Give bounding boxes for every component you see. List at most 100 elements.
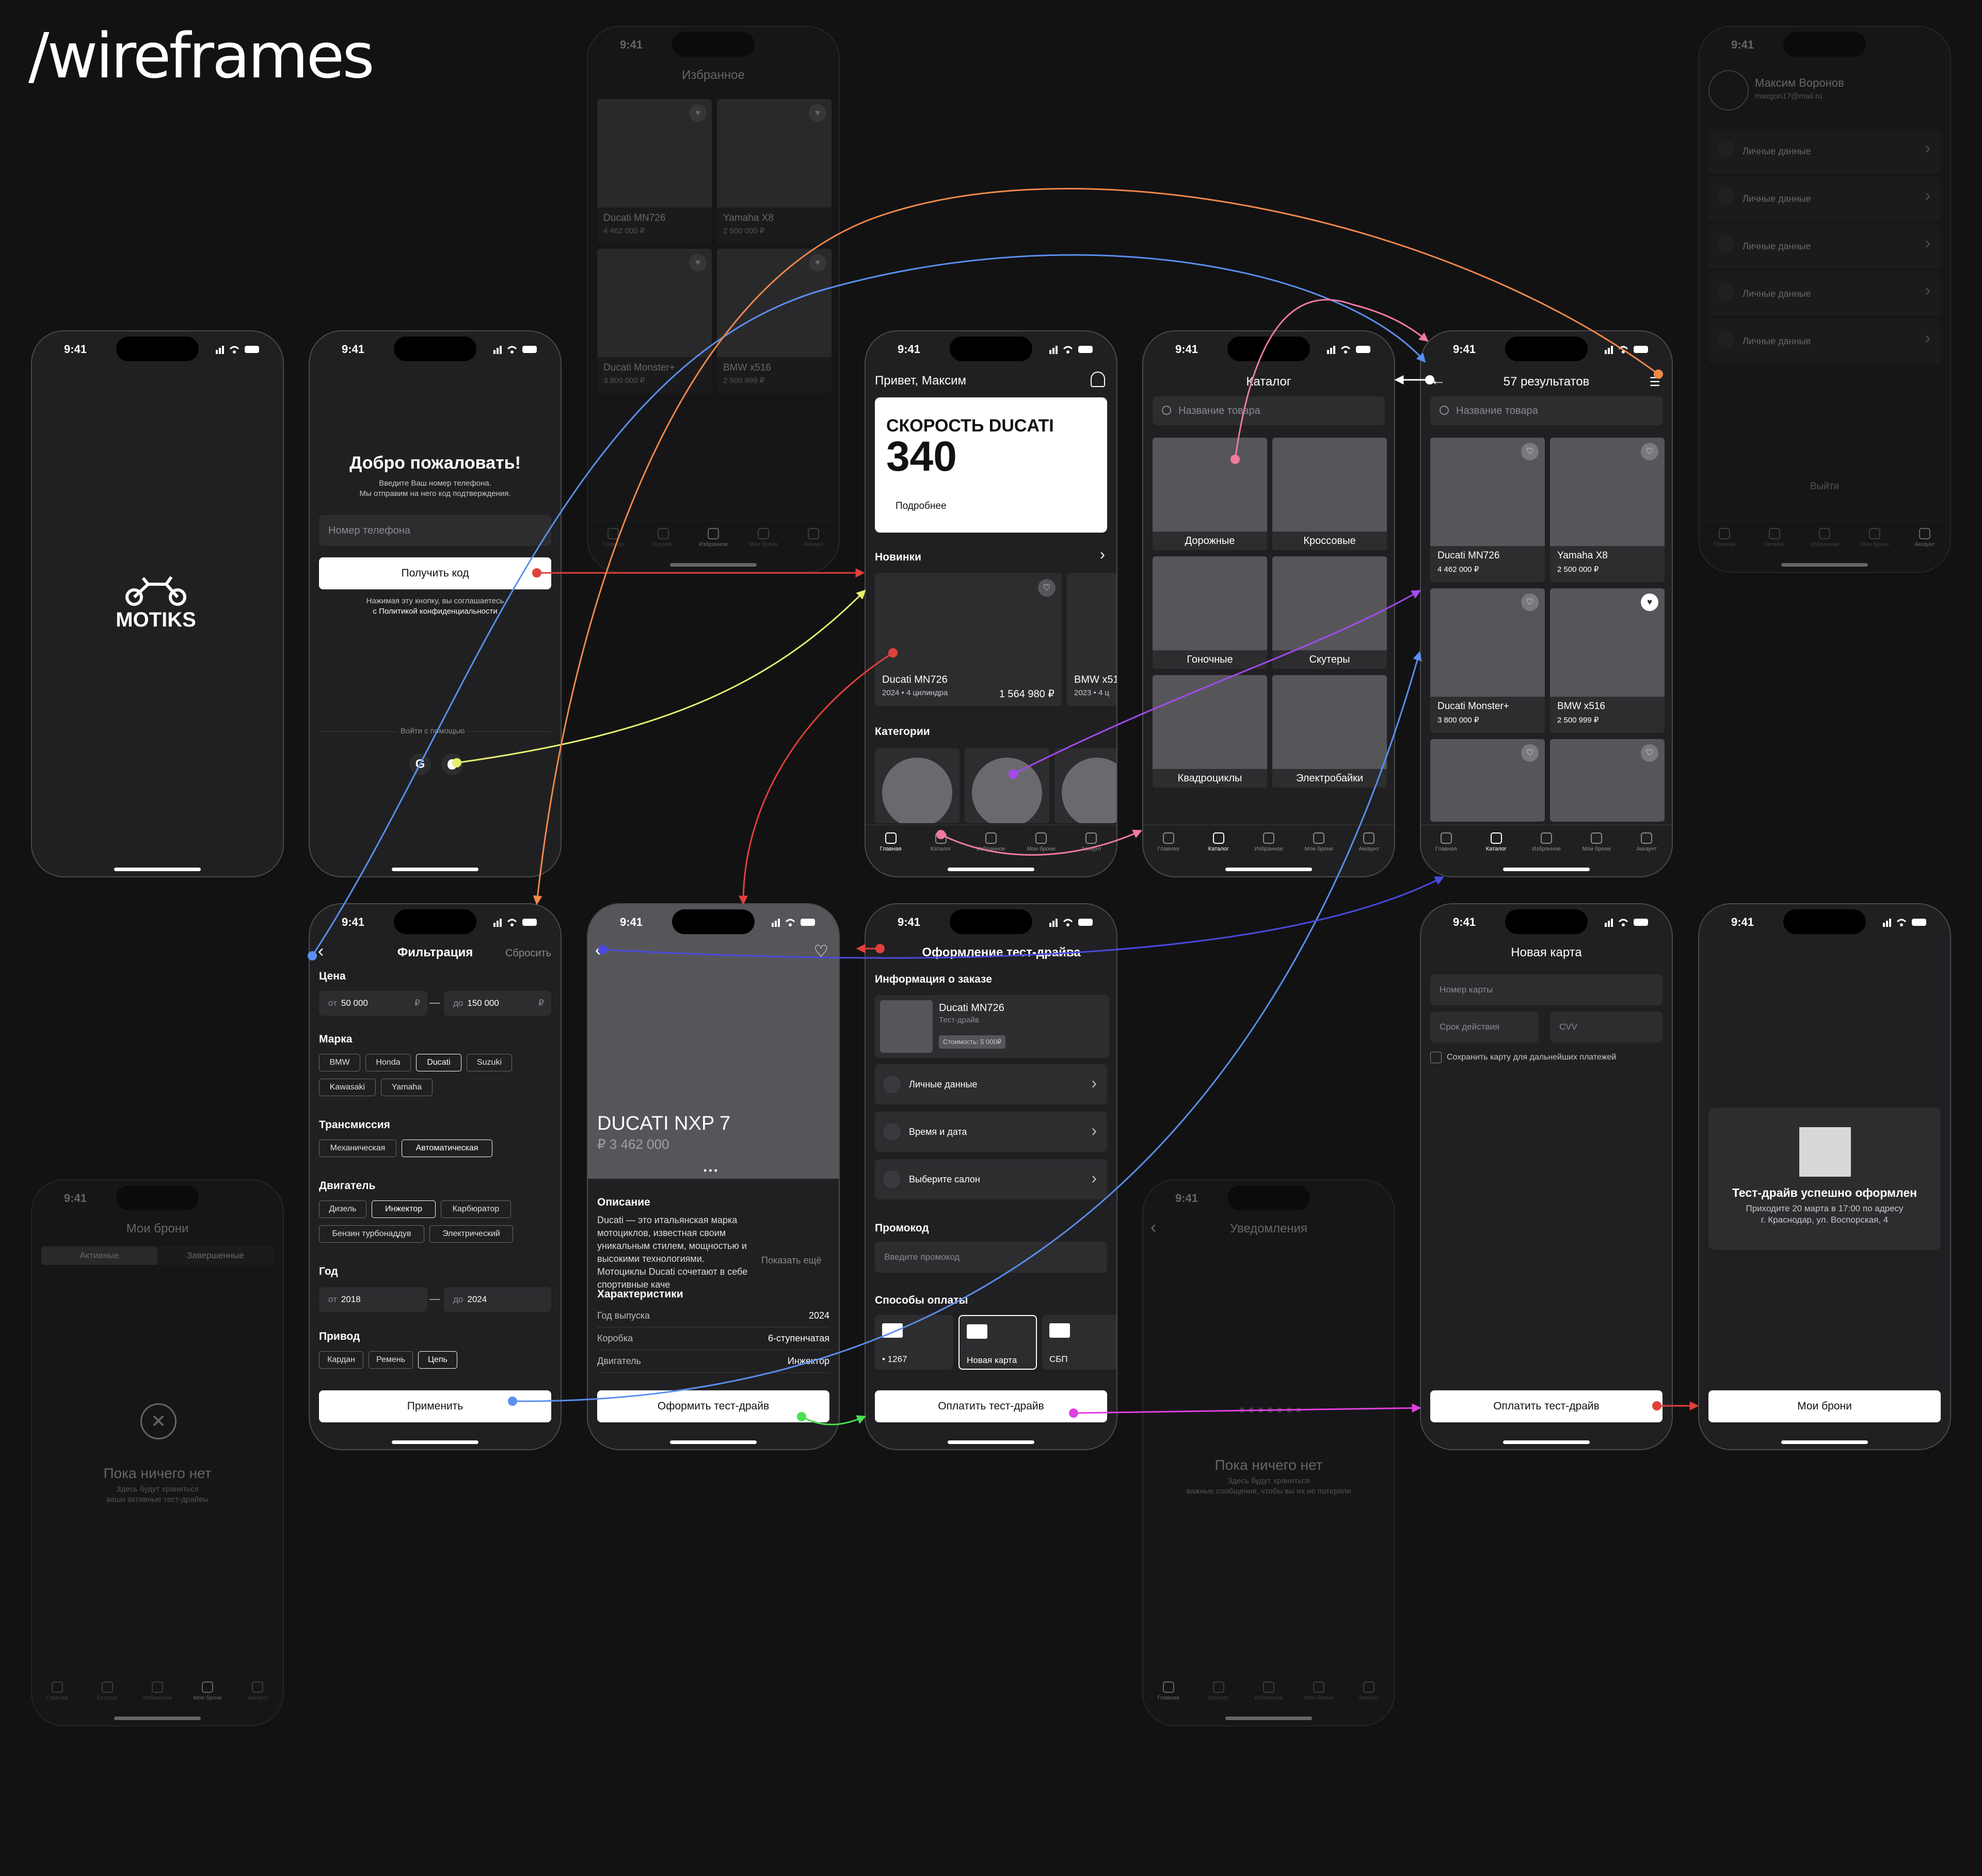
tab-home[interactable]: Главная <box>593 528 634 551</box>
tab-account[interactable]: Аккаунт <box>1348 832 1389 856</box>
account-row[interactable]: Личные данные <box>1708 224 1941 268</box>
heart-icon[interactable]: ♥ <box>1641 594 1658 611</box>
category-tile[interactable]: Квадроциклы <box>1153 675 1267 788</box>
privacy-link[interactable]: с Политикой конфиденциальности <box>310 607 561 616</box>
card-number-input[interactable]: Номер карты <box>1430 974 1663 1005</box>
phone-input[interactable]: Номер телефона <box>319 515 551 546</box>
tab-home[interactable]: Главная <box>1148 832 1189 856</box>
year-to-input[interactable]: до 2024 <box>444 1287 551 1312</box>
tab-home[interactable]: Главная <box>1704 528 1745 551</box>
segment-completed[interactable]: Завершенные <box>157 1246 274 1265</box>
year-from-input[interactable]: от 2018 <box>319 1287 427 1312</box>
tab-account[interactable]: Аккаунт <box>1070 832 1112 856</box>
tab-favorites[interactable]: Избранное <box>1248 1681 1289 1705</box>
tab-bookings[interactable]: Мои брони <box>743 528 784 551</box>
tab-catalog[interactable]: Каталог <box>920 832 962 856</box>
product-card[interactable]: ♡ Ducati MN726 4 462 000 ₽ <box>1430 438 1545 582</box>
tab-catalog[interactable]: Каталог <box>87 1681 128 1705</box>
tab-account[interactable]: Аккаунт <box>237 1681 278 1705</box>
heart-icon[interactable]: ♡ <box>1038 579 1056 597</box>
logout-button[interactable]: Выйти <box>1699 481 1950 492</box>
personal-data-row[interactable]: Личные данные <box>875 1064 1107 1104</box>
tab-bookings[interactable]: Мои брони <box>1576 832 1617 856</box>
tab-home[interactable]: Главная <box>37 1681 78 1705</box>
heart-icon[interactable]: ♡ <box>1521 594 1539 611</box>
apply-button[interactable]: Применить <box>319 1390 551 1422</box>
account-row[interactable]: Личные данные <box>1708 271 1941 316</box>
drive-chip[interactable]: Кардан <box>319 1351 363 1369</box>
category-tile[interactable]: Дорожные <box>1153 438 1267 550</box>
tab-home[interactable]: Главная <box>870 832 912 856</box>
brand-chip[interactable]: Ducati <box>416 1054 461 1071</box>
category-card[interactable] <box>965 748 1049 823</box>
tab-bookings[interactable]: Мои брони <box>187 1681 228 1705</box>
category-card[interactable] <box>1054 748 1116 823</box>
new-card[interactable]: BMW x51 2023 • 4 ц <box>1067 573 1116 706</box>
account-row[interactable]: Личные данные <box>1708 129 1941 173</box>
tab-catalog[interactable]: Каталог <box>1198 832 1239 856</box>
tab-favorites[interactable]: Избранное <box>693 528 734 551</box>
tab-catalog[interactable]: Каталог <box>1754 528 1795 551</box>
tab-favorites[interactable]: Избранное <box>137 1681 178 1705</box>
price-to-input[interactable]: до 150 000 ₽ <box>444 991 551 1016</box>
tab-home[interactable]: Главная <box>1148 1681 1189 1705</box>
get-code-button[interactable]: Получить код <box>319 557 551 589</box>
apple-icon[interactable] <box>441 753 463 775</box>
product-card[interactable]: ♡ <box>1550 739 1665 822</box>
filter-icon[interactable]: ☰ <box>1649 375 1660 390</box>
book-test-drive-button[interactable]: Оформить тест-драйв <box>597 1390 829 1422</box>
tab-account[interactable]: Аккаунт <box>1626 832 1667 856</box>
drive-chip[interactable]: Ремень <box>369 1351 413 1369</box>
google-icon[interactable]: G <box>409 753 431 775</box>
product-card[interactable]: ♡ <box>1430 739 1545 822</box>
fav-card[interactable]: ♥ Ducati Monster+ 3 800 000 ₽ <box>597 249 712 393</box>
tab-account[interactable]: Аккаунт <box>1348 1681 1389 1705</box>
brand-chip[interactable]: Kawasaki <box>319 1079 376 1096</box>
sbp-option[interactable]: СБП <box>1042 1315 1116 1370</box>
show-more-link[interactable]: Показать ещё <box>761 1255 821 1266</box>
heart-icon[interactable]: ♡ <box>813 941 828 961</box>
salon-row[interactable]: Выберите салон <box>875 1159 1107 1199</box>
tab-bookings[interactable]: Мои брони <box>1020 832 1062 856</box>
tab-favorites[interactable]: Избранное <box>1804 528 1845 551</box>
engine-chip[interactable]: Дизель <box>319 1200 366 1218</box>
tab-catalog[interactable]: Каталог <box>1198 1681 1239 1705</box>
back-icon[interactable]: ‹ <box>595 940 601 960</box>
my-bookings-button[interactable]: Мои брони <box>1708 1390 1941 1422</box>
tab-bookings[interactable]: Мои брони <box>1854 528 1895 551</box>
tab-favorites[interactable]: Избранное <box>1526 832 1567 856</box>
tab-account[interactable]: Аккаунт <box>793 528 834 551</box>
category-tile[interactable]: Гоночные <box>1153 556 1267 669</box>
search-input[interactable]: Название товара <box>1430 396 1663 425</box>
brand-chip[interactable]: Suzuki <box>467 1054 512 1071</box>
promo-banner[interactable]: СКОРОСТЬ DUCATI 340 Подробнее <box>875 397 1107 533</box>
account-row[interactable]: Личные данные <box>1708 319 1941 363</box>
heart-icon[interactable]: ♡ <box>1521 443 1539 460</box>
save-card-checkbox[interactable] <box>1430 1052 1442 1063</box>
datetime-row[interactable]: Время и дата <box>875 1112 1107 1152</box>
expiry-input[interactable]: Срок действия <box>1430 1012 1539 1043</box>
drive-chip[interactable]: Цепь <box>418 1351 457 1369</box>
tab-bookings[interactable]: Мои брони <box>1298 1681 1339 1705</box>
engine-chip[interactable]: Карбюратор <box>441 1200 511 1218</box>
tab-home[interactable]: Главная <box>1426 832 1467 856</box>
reset-button[interactable]: Сбросить <box>505 948 551 959</box>
tab-account[interactable]: Аккаунт <box>1904 528 1945 551</box>
category-tile[interactable]: Кроссовые <box>1272 438 1387 550</box>
heart-icon[interactable]: ♥ <box>689 254 707 271</box>
category-tile[interactable]: Электробайки <box>1272 675 1387 788</box>
engine-chip[interactable]: Инжектор <box>372 1200 436 1218</box>
product-card[interactable]: ♥ BMW x516 2 500 999 ₽ <box>1550 588 1665 733</box>
heart-icon[interactable]: ♥ <box>809 254 826 271</box>
tab-favorites[interactable]: Избранное <box>970 832 1012 856</box>
tab-catalog[interactable]: Каталог <box>643 528 684 551</box>
new-card-option[interactable]: Новая карта <box>958 1315 1037 1370</box>
heart-icon[interactable]: ♡ <box>1641 744 1658 762</box>
account-row[interactable]: Личные данные <box>1708 177 1941 221</box>
heart-icon[interactable]: ♥ <box>809 104 826 122</box>
chevron-right-icon[interactable]: › <box>1100 546 1105 564</box>
heart-icon[interactable]: ♡ <box>1521 744 1539 762</box>
fav-card[interactable]: ♥ Yamaha X8 2 500 000 ₽ <box>717 99 832 244</box>
new-card[interactable]: ♡ Ducati MN726 2024 • 4 цилиндра 1 564 9… <box>875 573 1062 706</box>
saved-card-option[interactable]: • 1267 <box>875 1315 953 1370</box>
